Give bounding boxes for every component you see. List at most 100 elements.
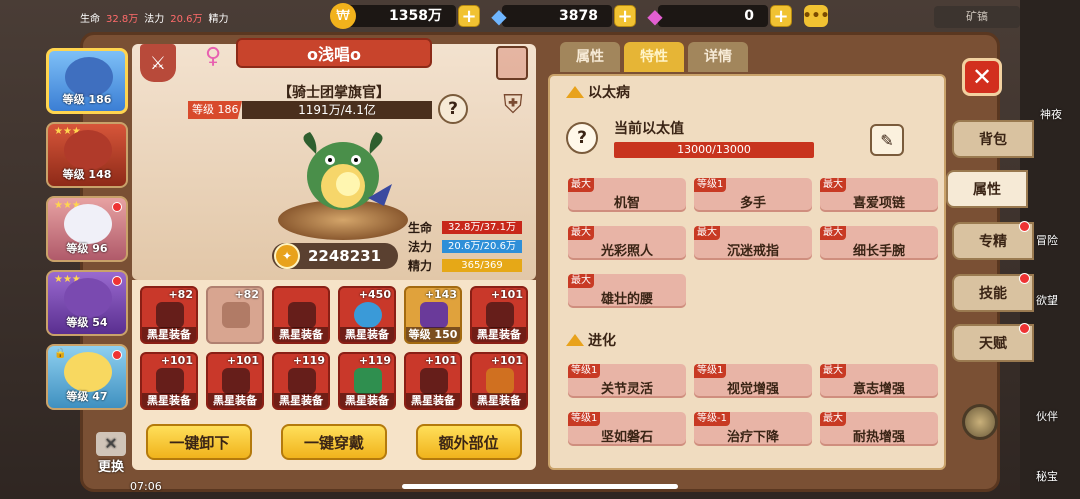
character-card[interactable]: 🔒 等级 47	[46, 344, 128, 410]
tab-traits[interactable]: 特性	[624, 42, 684, 72]
notification-dot	[112, 202, 122, 212]
edit-icon[interactable]: ✎	[870, 124, 904, 156]
character-level-tag: 等级 186	[188, 101, 242, 119]
character-card[interactable]: ★★★ 等级 54	[46, 270, 128, 336]
trait-name: 沉迷戒指	[726, 244, 779, 259]
ether-help-button[interactable]: ?	[566, 122, 598, 154]
female-icon: ♀	[205, 44, 222, 69]
gem-resource: ◆ 0 +	[642, 4, 792, 28]
notification-dot	[112, 350, 122, 360]
trait-item[interactable]: 最大 细长手腕	[820, 226, 938, 260]
add-coin-button[interactable]: +	[458, 5, 480, 27]
ring-icon	[420, 368, 448, 394]
trait-item[interactable]: 等级1 多手	[694, 178, 812, 212]
evolution-item[interactable]: 等级1 关节灵活	[568, 364, 686, 398]
character-title: 【骑士团掌旗官】	[278, 85, 390, 101]
equipment-slot[interactable]: +101 黑星装备	[470, 286, 528, 344]
trait-item[interactable]: 最大 雄壮的腰	[568, 274, 686, 308]
equipment-slot[interactable]: +450 黑星装备	[338, 286, 396, 344]
trait-name: 治疗下降	[726, 430, 779, 445]
trait-item[interactable]: 最大 喜爱项链	[820, 178, 938, 212]
lock-icon: 🔒	[54, 348, 67, 359]
trait-badge: 等级1	[694, 178, 727, 192]
equipment-slot[interactable]: +82	[206, 286, 264, 344]
mp-value: 20.6万	[170, 14, 203, 25]
character-level: 等级 47	[66, 390, 108, 403]
trait-badge: 等级-1	[694, 412, 730, 426]
enhance-level: +450	[358, 288, 391, 301]
character-card[interactable]: ★★★ 等级 148	[46, 122, 128, 188]
notification-dot	[1019, 323, 1030, 334]
evolution-item[interactable]: 等级1 视觉增强	[694, 364, 812, 398]
add-diamond-button[interactable]: +	[614, 5, 636, 27]
trait-name: 视觉增强	[726, 382, 779, 397]
equipment-slot[interactable]: +143 等级 150	[404, 286, 462, 344]
side-tab-backpack[interactable]: 背包	[952, 120, 1034, 158]
trait-item[interactable]: 最大 沉迷戒指	[694, 226, 812, 260]
trait-badge: 最大	[694, 226, 720, 240]
add-gem-button[interactable]: +	[770, 5, 792, 27]
equipment-tag: 等级 150	[406, 327, 460, 342]
trait-name: 喜爱项链	[852, 196, 905, 211]
stat-row-mp: 法力 20.6万/20.6万	[408, 237, 528, 255]
swap-button[interactable]: ✕ 更换	[92, 432, 130, 476]
side-tab-mastery[interactable]: 专精	[952, 221, 1034, 260]
equipment-tag: 黑星装备	[472, 393, 526, 408]
evolution-item[interactable]: 等级1 坚如磐石	[568, 412, 686, 446]
swap-icon: ✕	[96, 432, 126, 456]
equipment-slot[interactable]: +101 黑星装备	[470, 352, 528, 410]
tab-details[interactable]: 详情	[688, 42, 748, 72]
equipment-slot-top[interactable]	[496, 46, 528, 80]
equipment-tag: 黑星装备	[340, 393, 394, 408]
trait-badge: 最大	[820, 226, 846, 240]
side-tab-skills[interactable]: 技能	[952, 273, 1034, 312]
equipment-tag: 黑星装备	[274, 393, 328, 408]
trait-item[interactable]: 最大 机智	[568, 178, 686, 212]
armor-icon[interactable]: ⛨	[496, 86, 530, 124]
evolution-item[interactable]: 最大 耐热增强	[820, 412, 938, 446]
equipment-slot[interactable]: +101 黑星装备	[140, 352, 198, 410]
equipment-slot[interactable]: +101 黑星装备	[404, 352, 462, 410]
enhance-level: +143	[424, 288, 457, 301]
character-card[interactable]: 等级 186	[46, 48, 128, 114]
triangle-icon	[566, 86, 584, 98]
equipment-slot[interactable]: +82 黑星装备	[140, 286, 198, 344]
side-tab-label: 背包	[979, 132, 1007, 148]
help-button[interactable]: ?	[438, 94, 468, 124]
coin-value: 1358万	[346, 5, 456, 27]
trait-badge: 最大	[820, 412, 846, 426]
evolution-section-title: 进化	[566, 330, 616, 350]
evolution-item[interactable]: 最大 意志增强	[820, 364, 938, 398]
more-menu-button[interactable]: •••	[803, 5, 829, 27]
gun-icon	[288, 302, 316, 328]
equipment-slot[interactable]: 黑星装备	[272, 286, 330, 344]
character-card[interactable]: ★★★ 等级 96	[46, 196, 128, 262]
coin-icon: ₩	[330, 3, 356, 29]
equipment-slot[interactable]: +119 黑星装备	[338, 352, 396, 410]
equip-all-button[interactable]: 一键穿戴	[280, 424, 387, 460]
equipment-slot[interactable]: +101 黑星装备	[206, 352, 264, 410]
close-button[interactable]: ✕	[962, 58, 1002, 96]
glove-icon	[156, 368, 184, 394]
enhance-level: +101	[226, 354, 259, 367]
evolution-item[interactable]: 等级-1 治疗下降	[694, 412, 812, 446]
character-level: 等级 54	[66, 316, 108, 329]
unequip-all-button[interactable]: 一键卸下	[146, 424, 253, 460]
trait-item[interactable]: 最大 光彩照人	[568, 226, 686, 260]
home-indicator[interactable]	[402, 484, 678, 489]
extra-slot-button[interactable]: 额外部位	[415, 424, 522, 460]
enhance-level: +101	[160, 354, 193, 367]
enhance-level: +82	[234, 288, 259, 301]
trait-badge: 等级1	[568, 364, 601, 378]
equipment-slot[interactable]: +119 黑星装备	[272, 352, 330, 410]
edge-label: 冒险	[1036, 234, 1058, 247]
avatar	[64, 204, 112, 244]
side-tab-attributes[interactable]: 属性	[946, 170, 1028, 208]
trait-name: 耐热增强	[852, 430, 905, 445]
mine-button[interactable]: 矿镐	[934, 6, 1020, 28]
tab-attributes[interactable]: 属性	[560, 42, 620, 72]
hp-value: 32.8万	[106, 14, 139, 25]
edge-label: 欲望	[1036, 294, 1058, 307]
side-tab-talent[interactable]: 天赋	[952, 323, 1034, 362]
scroll-knob[interactable]	[962, 404, 998, 440]
